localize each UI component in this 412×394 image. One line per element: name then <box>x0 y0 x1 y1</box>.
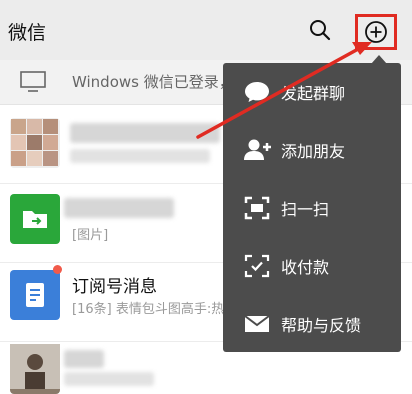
user-avatar <box>10 344 60 394</box>
subscription-avatar <box>10 270 60 320</box>
blurred-preview <box>70 149 210 163</box>
menu-item-payment[interactable]: 收付款 <box>223 237 401 295</box>
mail-icon <box>244 315 270 332</box>
blurred-name <box>64 198 174 218</box>
chat-bubble-icon <box>245 82 269 102</box>
add-friend-icon <box>244 139 271 160</box>
file-transfer-avatar <box>10 194 60 244</box>
menu-item-label: 帮助与反馈 <box>281 316 362 335</box>
menu-item-help-feedback[interactable]: 帮助与反馈 <box>223 295 401 353</box>
add-popup-menu: 发起群聊 添加朋友 扫一扫 收付款 帮助与反馈 <box>223 55 401 353</box>
blurred-name <box>64 350 104 368</box>
blurred-preview <box>64 372 154 386</box>
add-button[interactable] <box>355 14 397 50</box>
app-title: 微信 <box>8 22 47 44</box>
menu-item-label: 发起群聊 <box>281 84 346 103</box>
group-avatar <box>10 118 60 168</box>
menu-item-label: 添加朋友 <box>281 142 346 161</box>
menu-item-add-friend[interactable]: 添加朋友 <box>223 121 401 179</box>
folder-icon <box>23 211 47 228</box>
search-icon[interactable] <box>308 18 332 42</box>
menu-item-label: 扫一扫 <box>281 200 330 219</box>
chat-preview: [图片] <box>72 228 109 243</box>
notice-text: Windows 微信已登录， <box>72 73 234 91</box>
menu-item-group-chat[interactable]: 发起群聊 <box>223 63 401 121</box>
payment-icon <box>244 254 270 278</box>
top-bar: 微信 <box>0 0 412 60</box>
scan-icon <box>244 196 270 220</box>
chat-preview: [16条] 表情包斗图高手:热 <box>72 302 225 317</box>
document-icon <box>26 283 44 307</box>
menu-item-scan[interactable]: 扫一扫 <box>223 179 401 237</box>
menu-item-label: 收付款 <box>281 258 330 277</box>
chat-title: 订阅号消息 <box>72 277 157 297</box>
plus-circle-icon <box>365 21 387 43</box>
unread-dot <box>53 265 62 274</box>
monitor-icon <box>20 71 46 92</box>
blurred-name <box>70 123 220 143</box>
